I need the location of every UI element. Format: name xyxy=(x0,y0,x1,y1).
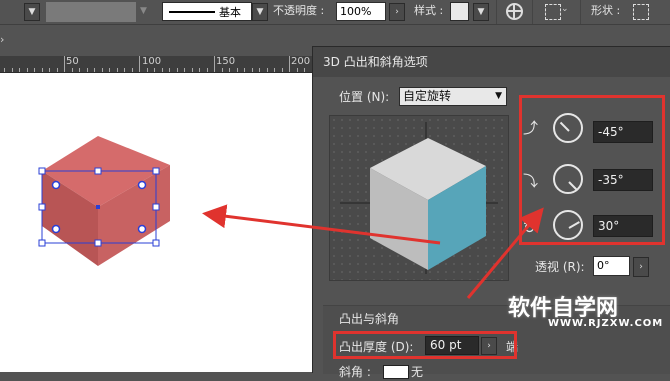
arrow-to-rotation xyxy=(466,207,544,299)
watermark-url: WWW.RJZXW.COM xyxy=(548,318,664,329)
arrow-to-cube xyxy=(202,204,441,245)
